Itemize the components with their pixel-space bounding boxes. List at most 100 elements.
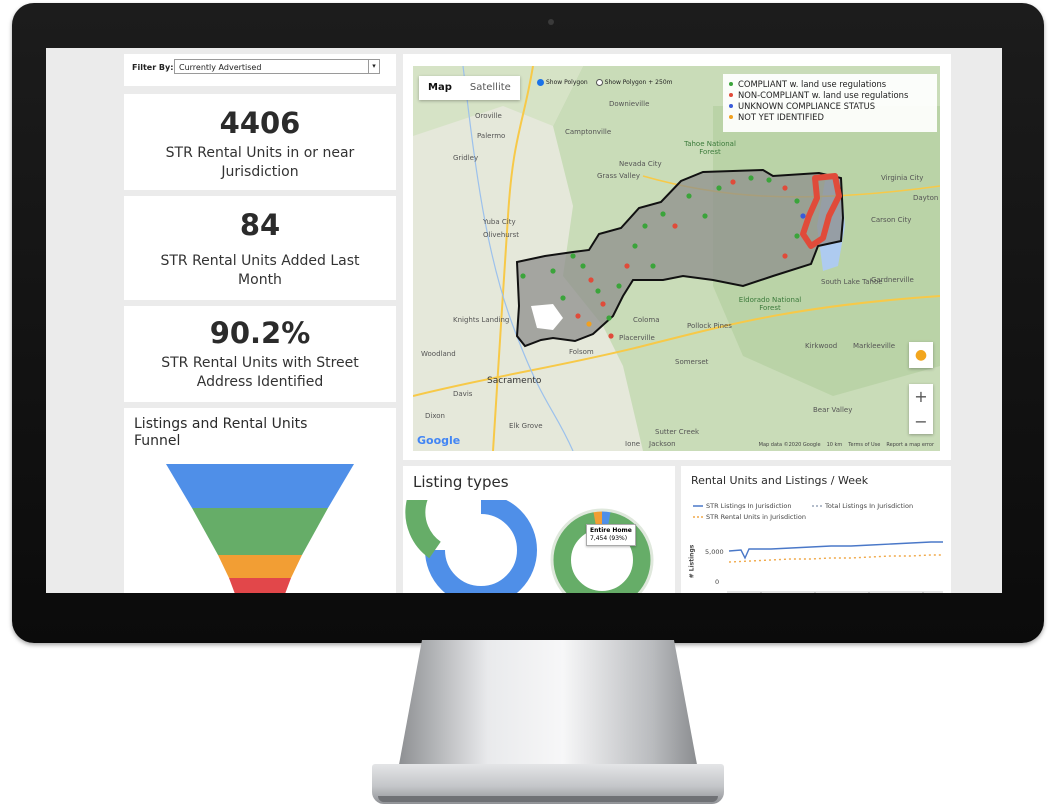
listing-point[interactable] (782, 185, 788, 191)
listing-point[interactable] (650, 263, 656, 269)
listing-point[interactable] (660, 211, 666, 217)
map-city-label: Nevada City (619, 160, 662, 168)
donut-chart-1 (405, 500, 537, 593)
map-city-label: Gridley (453, 154, 479, 162)
listing-point[interactable] (580, 263, 586, 269)
map-city-label: Pollock Pines (687, 322, 732, 330)
listing-point[interactable] (575, 313, 581, 319)
map-city-label: Dayton (913, 194, 939, 202)
map-city-label: Sutter Creek (655, 428, 700, 436)
listing-point[interactable] (686, 193, 692, 199)
camera-icon (548, 19, 554, 25)
donut-slice[interactable] (593, 511, 603, 530)
tooltip-title: Entire Home (590, 527, 632, 534)
listing-point[interactable] (624, 263, 630, 269)
radio-off-icon[interactable] (595, 79, 603, 86)
filter-select[interactable]: Currently Advertised ▾ (174, 59, 380, 74)
map-city-label: South Lake Tahoe (821, 278, 883, 286)
listing-point[interactable] (766, 177, 772, 183)
map-city-label: Elk Grove (509, 422, 543, 430)
listing-point[interactable] (672, 223, 678, 229)
legend-label: NOT YET IDENTIFIED (738, 111, 824, 122)
series-line-str-listings[interactable] (728, 541, 943, 560)
map-city-label: Virginia City (881, 174, 924, 182)
donut-slice[interactable] (405, 500, 449, 559)
legend-dot-icon (729, 92, 733, 97)
zoom-controls: + − (909, 384, 933, 434)
listing-point[interactable] (794, 198, 800, 204)
listing-type-tooltip: Entire Home 7,454 (93%) (586, 524, 636, 546)
radio-on-icon[interactable] (537, 79, 544, 86)
listing-point[interactable] (520, 273, 526, 279)
map-city-label: Grass Valley (597, 172, 640, 180)
listing-point[interactable] (616, 283, 622, 289)
map-city-label: Somerset (675, 358, 709, 366)
funnel-chart (166, 464, 354, 593)
map-city-label: Oroville (475, 112, 502, 120)
donut-slice[interactable] (425, 500, 537, 593)
listing-point[interactable] (560, 295, 566, 301)
terms-link[interactable]: Terms of Use (848, 442, 880, 448)
listing-point[interactable] (600, 301, 606, 307)
listing-point[interactable] (800, 213, 806, 219)
map-city-label: Palermo (477, 132, 506, 140)
legend-item-compliant: COMPLIANT w. land use regulations (723, 78, 937, 89)
show-polygon-buffer-option[interactable]: Show Polygon + 250m (595, 79, 672, 86)
zoom-out-button[interactable]: − (909, 409, 933, 434)
map-city-label: Markleeville (853, 342, 896, 350)
listing-point[interactable] (606, 315, 612, 321)
tab-map[interactable]: Map (419, 76, 461, 100)
funnel-stage-3[interactable] (218, 555, 302, 578)
listing-point[interactable] (586, 321, 592, 327)
series-line-rental-units[interactable] (728, 554, 943, 563)
funnel-stage-4[interactable] (229, 578, 291, 593)
chevron-down-icon[interactable]: ▾ (368, 60, 379, 73)
legend-dot-icon (729, 114, 733, 119)
listing-point[interactable] (588, 277, 594, 283)
listing-point[interactable] (595, 288, 601, 294)
filter-label: Filter By: (132, 63, 174, 72)
listing-point[interactable] (748, 175, 754, 181)
listing-point[interactable] (794, 233, 800, 239)
legend-dot-icon (729, 103, 733, 108)
map-canvas[interactable]: Oroville Palermo Gridley Yuba City Olive… (413, 66, 940, 451)
listing-point[interactable] (550, 268, 556, 274)
kpi-label-line1: STR Rental Units with Street (161, 355, 359, 371)
polygon-options: Show Polygon Show Polygon + 250m (537, 79, 672, 86)
kpi-label-line1: STR Rental Units Added Last (160, 253, 360, 269)
kpi-label-line2: Address Identified (196, 374, 324, 390)
listing-point[interactable] (642, 223, 648, 229)
kpi-label-line1: STR Rental Units in or near (165, 145, 355, 161)
kpi-label-line2: Jurisdiction (221, 164, 299, 180)
map-city-label: Dixon (425, 412, 445, 420)
map-city-label: Folsom (569, 348, 594, 356)
donut-slice[interactable] (601, 511, 611, 530)
listing-point[interactable] (730, 179, 736, 185)
report-error-link[interactable]: Report a map error (886, 442, 934, 448)
google-logo[interactable]: Google (417, 434, 460, 447)
map-city-label: Camptonville (565, 128, 612, 136)
legend-label: UNKNOWN COMPLIANCE STATUS (738, 100, 876, 111)
map-legend: COMPLIANT w. land use regulations NON-CO… (723, 74, 937, 132)
legend-label: NON-COMPLIANT w. land use regulations (738, 89, 909, 100)
kpi-value: 84 (239, 208, 281, 242)
kpi-label-line2: Month (238, 272, 282, 288)
listing-point[interactable] (702, 213, 708, 219)
kpi-card-units-added: 84 STR Rental Units Added Last Month (124, 196, 396, 300)
map-city-label: Knights Landing (453, 316, 510, 324)
listing-point[interactable] (716, 185, 722, 191)
map-city-label: Jackson (649, 440, 676, 448)
listing-point[interactable] (632, 243, 638, 249)
pegman-icon[interactable]: ● (909, 342, 933, 368)
listing-point[interactable] (570, 253, 576, 259)
kpi-card-total-units: 4406 STR Rental Units in or near Jurisdi… (124, 94, 396, 190)
tab-satellite[interactable]: Satellite (461, 76, 520, 100)
funnel-stage-2[interactable] (192, 508, 328, 555)
listing-point[interactable] (608, 333, 614, 339)
funnel-stage-1[interactable] (166, 464, 354, 508)
map-city-label: Coloma (633, 316, 660, 324)
zoom-in-button[interactable]: + (909, 384, 933, 409)
listing-point[interactable] (782, 253, 788, 259)
show-polygon-option[interactable]: Show Polygon (537, 79, 588, 86)
rental-units-chart-panel: Rental Units and Listings / Week STR Lis… (681, 466, 951, 593)
